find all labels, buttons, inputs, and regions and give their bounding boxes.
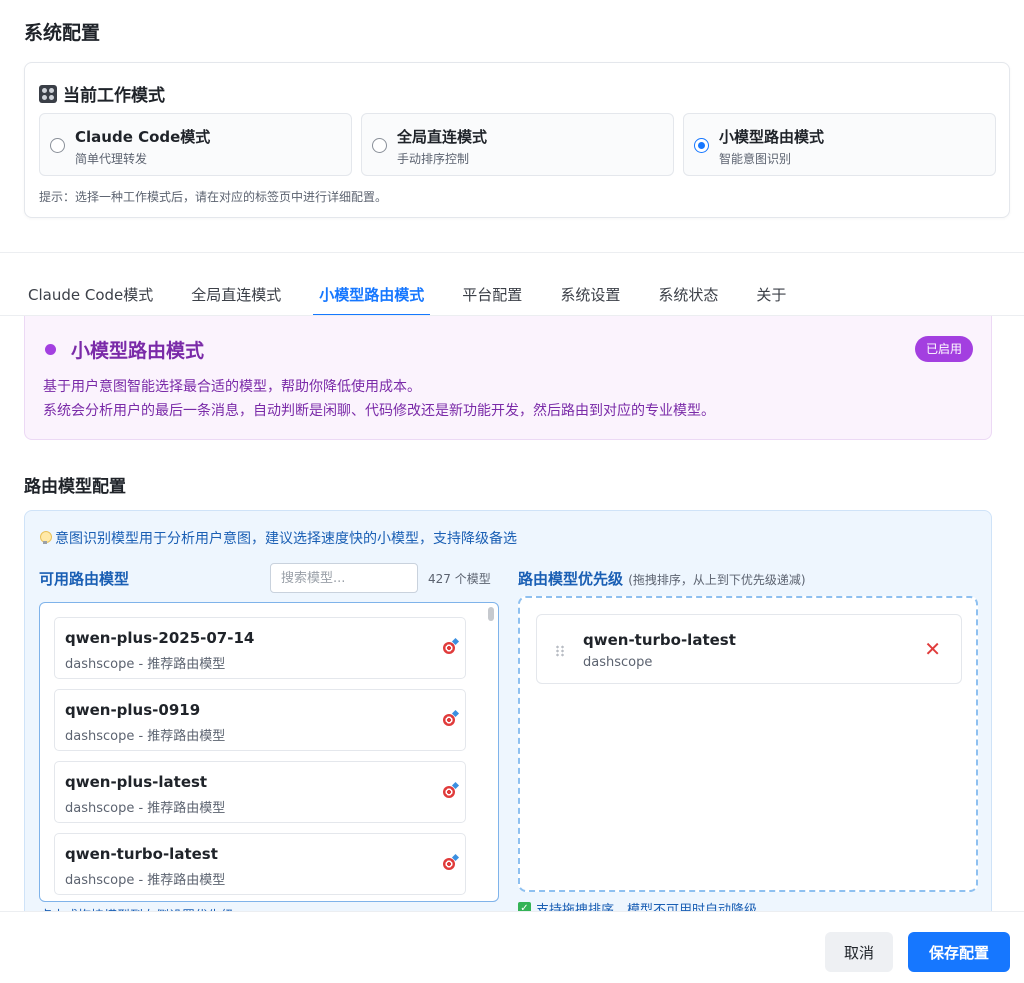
drag-handle-icon[interactable] <box>555 645 565 657</box>
model-list-item[interactable]: qwen-plus-2025-07-14 dashscope - 推荐路由模型 <box>54 617 466 679</box>
model-list-item[interactable]: qwen-plus-0919 dashscope - 推荐路由模型 <box>54 689 466 751</box>
mode-option-label: 小模型路由模式 <box>719 128 825 146</box>
model-count: 427 个模型 <box>428 572 491 586</box>
model-search-input[interactable] <box>270 563 418 593</box>
model-list-item[interactable]: qwen-turbo-latest dashscope - 推荐路由模型 <box>54 833 466 895</box>
priority-drop-zone[interactable]: qwen-turbo-latest dashscope ✕ <box>518 596 978 892</box>
divider <box>0 252 1024 253</box>
banner-title: 小模型路由模式 <box>71 340 205 362</box>
tab-bar: Claude Code模式 全局直连模式 小模型路由模式 平台配置 系统设置 系… <box>28 270 824 316</box>
footer-bar: 取消 保存配置 <box>0 911 1024 983</box>
work-mode-header: 当前工作模式 <box>39 81 165 106</box>
routing-config-panel: 意图识别模型用于分析用户意图，建议选择速度快的小模型，支持降级备选 可用路由模型… <box>24 510 992 930</box>
control-knobs-icon <box>39 84 57 103</box>
model-provider: dashscope - 推荐路由模型 <box>65 873 226 888</box>
cancel-button[interactable]: 取消 <box>825 932 893 972</box>
model-provider: dashscope - 推荐路由模型 <box>65 801 226 816</box>
available-models-title: 可用路由模型 <box>39 570 130 588</box>
tab-global-direct[interactable]: 全局直连模式 <box>191 270 281 316</box>
priority-item[interactable]: qwen-turbo-latest dashscope ✕ <box>536 614 962 684</box>
tab-platform-config[interactable]: 平台配置 <box>462 270 522 316</box>
mode-option-sub: 智能意图识别 <box>719 152 792 166</box>
lightbulb-icon <box>39 531 52 545</box>
scrollbar[interactable] <box>488 607 494 621</box>
radio-claude-code[interactable] <box>50 138 65 153</box>
section-title: 路由模型配置 <box>24 477 126 497</box>
priority-hint: (拖拽排序，从上到下优先级递减) <box>628 573 806 587</box>
status-badge: 已启用 <box>914 336 973 362</box>
mode-option-label: Claude Code模式 <box>75 128 211 146</box>
tab-claude-code[interactable]: Claude Code模式 <box>28 270 153 316</box>
priority-title: 路由模型优先级 <box>518 570 624 588</box>
banner-description: 系统会分析用户的最后一条消息，自动判断是闲聊、代码修改还是新功能开发，然后路由到… <box>43 403 715 419</box>
mode-banner: 小模型路由模式 已启用 基于用户意图智能选择最合适的模型，帮助你降低使用成本。 … <box>24 316 992 440</box>
target-icon <box>443 714 455 726</box>
mode-option-label: 全局直连模式 <box>397 128 488 146</box>
work-mode-card: 当前工作模式 Claude Code模式 简单代理转发 全局直连模式 手动排序控… <box>24 62 1010 218</box>
status-dot-icon <box>45 344 56 355</box>
page-title: 系统配置 <box>24 22 101 44</box>
tab-about[interactable]: 关于 <box>756 270 786 316</box>
target-icon <box>443 642 455 654</box>
target-icon <box>443 786 455 798</box>
work-mode-title: 当前工作模式 <box>63 86 165 106</box>
model-list-item[interactable]: qwen-plus-latest dashscope - 推荐路由模型 <box>54 761 466 823</box>
close-icon[interactable]: ✕ <box>924 637 941 661</box>
tab-small-model-routing[interactable]: 小模型路由模式 <box>313 270 431 316</box>
tab-system-settings[interactable]: 系统设置 <box>560 270 620 316</box>
mode-tip: 提示：选择一种工作模式后，请在对应的标签页中进行详细配置。 <box>39 190 388 204</box>
model-name: qwen-plus-0919 <box>65 701 201 719</box>
routing-tip: 意图识别模型用于分析用户意图，建议选择速度快的小模型，支持降级备选 <box>39 528 517 548</box>
radio-global-direct[interactable] <box>372 138 387 153</box>
mode-option-sub: 手动排序控制 <box>397 152 470 166</box>
model-provider: dashscope - 推荐路由模型 <box>65 657 226 672</box>
priority-header: 路由模型优先级 (拖拽排序，从上到下优先级递减) <box>518 568 806 589</box>
radio-small-model-routing[interactable] <box>694 138 709 153</box>
model-name: qwen-turbo-latest <box>65 845 218 863</box>
priority-model-provider: dashscope <box>583 655 653 670</box>
target-icon <box>443 858 455 870</box>
model-name: qwen-plus-latest <box>65 773 208 791</box>
priority-model-name: qwen-turbo-latest <box>583 631 736 649</box>
available-models-list[interactable]: qwen-plus-2025-07-14 dashscope - 推荐路由模型 … <box>39 602 499 902</box>
tab-system-status[interactable]: 系统状态 <box>658 270 718 316</box>
routing-tip-text: 意图识别模型用于分析用户意图，建议选择速度快的小模型，支持降级备选 <box>55 531 517 547</box>
mode-option-claude-code[interactable]: Claude Code模式 简单代理转发 <box>39 113 352 176</box>
mode-option-small-model-routing[interactable]: 小模型路由模式 智能意图识别 <box>683 113 996 176</box>
banner-description: 基于用户意图智能选择最合适的模型，帮助你降低使用成本。 <box>43 379 421 395</box>
mode-option-sub: 简单代理转发 <box>75 152 148 166</box>
model-provider: dashscope - 推荐路由模型 <box>65 729 226 744</box>
save-config-button[interactable]: 保存配置 <box>908 932 1010 972</box>
mode-option-global-direct[interactable]: 全局直连模式 手动排序控制 <box>361 113 674 176</box>
model-name: qwen-plus-2025-07-14 <box>65 629 255 647</box>
